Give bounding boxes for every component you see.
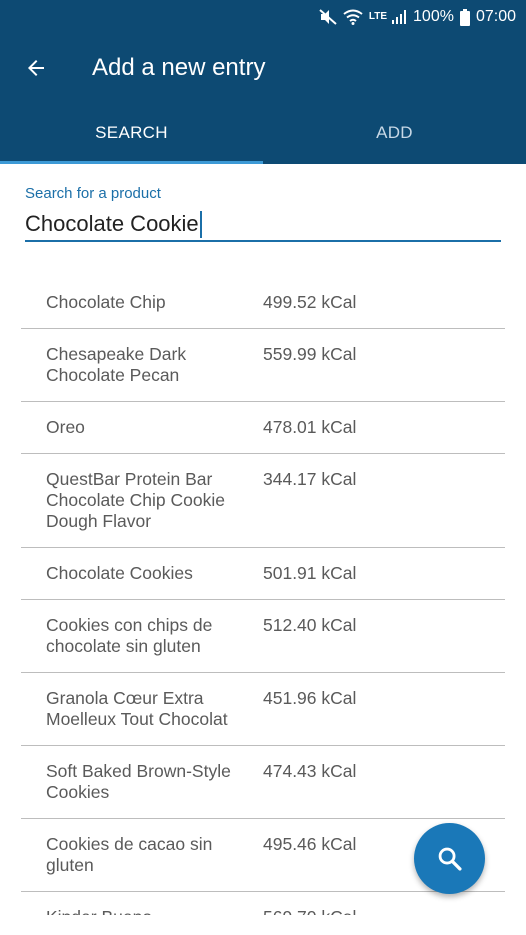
product-kcal: 474.43 kCal xyxy=(263,761,357,781)
product-kcal: 478.01 kCal xyxy=(263,417,357,437)
list-item[interactable]: Chesapeake Dark Chocolate Pecan 559.99 k… xyxy=(21,329,505,402)
tab-search[interactable]: SEARCH xyxy=(0,102,263,164)
results-list[interactable]: Chocolate Chip 499.52 kCal Chesapeake Da… xyxy=(21,277,505,915)
tab-bar: SEARCH ADD xyxy=(0,102,526,164)
product-name: Soft Baked Brown-Style Cookies xyxy=(46,761,231,802)
list-item[interactable]: Oreo 478.01 kCal xyxy=(21,402,505,454)
product-name: Oreo xyxy=(46,417,85,437)
product-name: Chesapeake Dark Chocolate Pecan xyxy=(46,344,187,385)
wifi-icon xyxy=(343,9,363,25)
search-input-value[interactable]: Chocolate Cookie xyxy=(25,210,199,238)
list-item[interactable]: QuestBar Protein Bar Chocolate Chip Cook… xyxy=(21,454,505,548)
search-form: Search for a product Chocolate Cookie xyxy=(25,185,501,242)
signal-icon xyxy=(391,9,407,25)
battery-icon xyxy=(459,8,470,26)
product-kcal: 499.52 kCal xyxy=(263,292,357,312)
mute-icon xyxy=(319,9,337,25)
product-name: Chocolate Cookies xyxy=(46,563,193,583)
clock: 07:00 xyxy=(475,8,516,25)
list-item[interactable]: Cookies con chips de chocolate sin glute… xyxy=(21,600,505,673)
network-type-label: LTE xyxy=(368,11,388,22)
product-name: Granola Cœur Extra Moelleux Tout Chocola… xyxy=(46,688,228,729)
search-label: Search for a product xyxy=(25,185,161,202)
product-name: Chocolate Chip xyxy=(46,292,166,312)
product-kcal: 559.99 kCal xyxy=(263,344,357,364)
product-name: Kinder Bueno xyxy=(46,907,263,915)
arrow-back-icon xyxy=(28,60,44,76)
search-fab-button[interactable] xyxy=(414,823,485,894)
list-item[interactable]: Soft Baked Brown-Style Cookies 474.43 kC… xyxy=(21,746,505,819)
search-icon xyxy=(438,847,462,871)
product-name: QuestBar Protein Bar Chocolate Chip Cook… xyxy=(46,469,225,531)
battery-percent: 100% xyxy=(413,8,454,25)
product-name: Cookies de cacao sin gluten xyxy=(46,834,213,875)
product-name: Cookies con chips de chocolate sin glute… xyxy=(46,615,213,656)
text-cursor xyxy=(199,211,202,238)
product-kcal: 501.91 kCal xyxy=(263,563,357,583)
list-item[interactable]: Kinder Bueno 569.70 kCal xyxy=(21,892,505,915)
app-bar: Add a new entry xyxy=(0,34,526,102)
product-kcal: 569.70 kCal xyxy=(263,907,505,915)
back-button[interactable] xyxy=(0,34,72,102)
product-kcal: 451.96 kCal xyxy=(263,688,357,708)
list-item[interactable]: Chocolate Cookies 501.91 kCal xyxy=(21,548,505,600)
product-kcal: 512.40 kCal xyxy=(263,615,357,635)
list-item[interactable]: Chocolate Chip 499.52 kCal xyxy=(21,277,505,329)
status-bar: LTE 100% 07:00 xyxy=(0,0,526,34)
list-item[interactable]: Granola Cœur Extra Moelleux Tout Chocola… xyxy=(21,673,505,746)
page-title: Add a new entry xyxy=(92,54,266,81)
tab-add[interactable]: ADD xyxy=(263,102,526,164)
search-input[interactable]: Chocolate Cookie xyxy=(25,210,501,242)
product-kcal: 344.17 kCal xyxy=(263,469,357,489)
